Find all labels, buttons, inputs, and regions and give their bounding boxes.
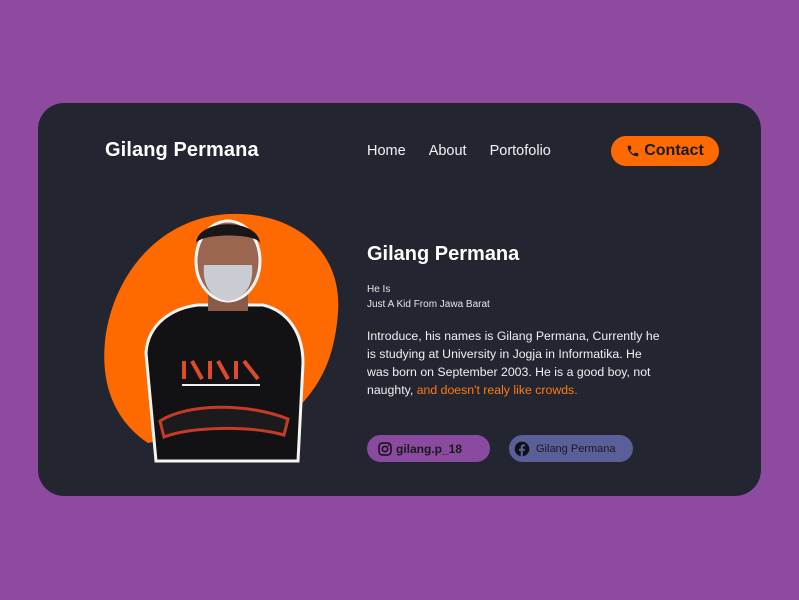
nav-about[interactable]: About [429,143,467,159]
main-nav: Home About Portofolio [367,143,551,159]
nav-home[interactable]: Home [367,143,406,159]
contact-button[interactable]: Contact [611,136,719,166]
profile-name: Gilang Permana [367,243,520,265]
phone-icon [627,145,639,157]
profile-subtitle: He Is Just A Kid From Jawa Barat [367,282,667,312]
facebook-link[interactable]: Gilang Permana [509,435,633,462]
profile-intro: Introduce, his names is Gilang Permana, … [367,327,667,399]
profile-card: Gilang Permana Home About Portofolio Con… [38,103,761,496]
instagram-icon [378,441,392,456]
facebook-name: Gilang Permana [536,442,616,455]
hoodie-body [144,303,305,463]
instagram-handle: gilang.p_18 [396,441,463,456]
intro-highlight: and doesn't realy like crowds. [416,383,578,397]
profile-info: Gilang Permana He Is Just A Kid From Jaw… [367,243,667,399]
contact-label: Contact [644,142,704,159]
nav-portofolio[interactable]: Portofolio [490,143,551,159]
subtitle-line-1: He Is [367,284,391,295]
brand-logo[interactable]: Gilang Permana [105,139,259,162]
facebook-icon [514,441,530,456]
profile-photo [104,213,339,463]
instagram-link[interactable]: gilang.p_18 [367,435,490,462]
social-links: gilang.p_18 Gilang Permana [367,435,633,462]
subtitle-line-2: Just A Kid From Jawa Barat [367,299,490,310]
